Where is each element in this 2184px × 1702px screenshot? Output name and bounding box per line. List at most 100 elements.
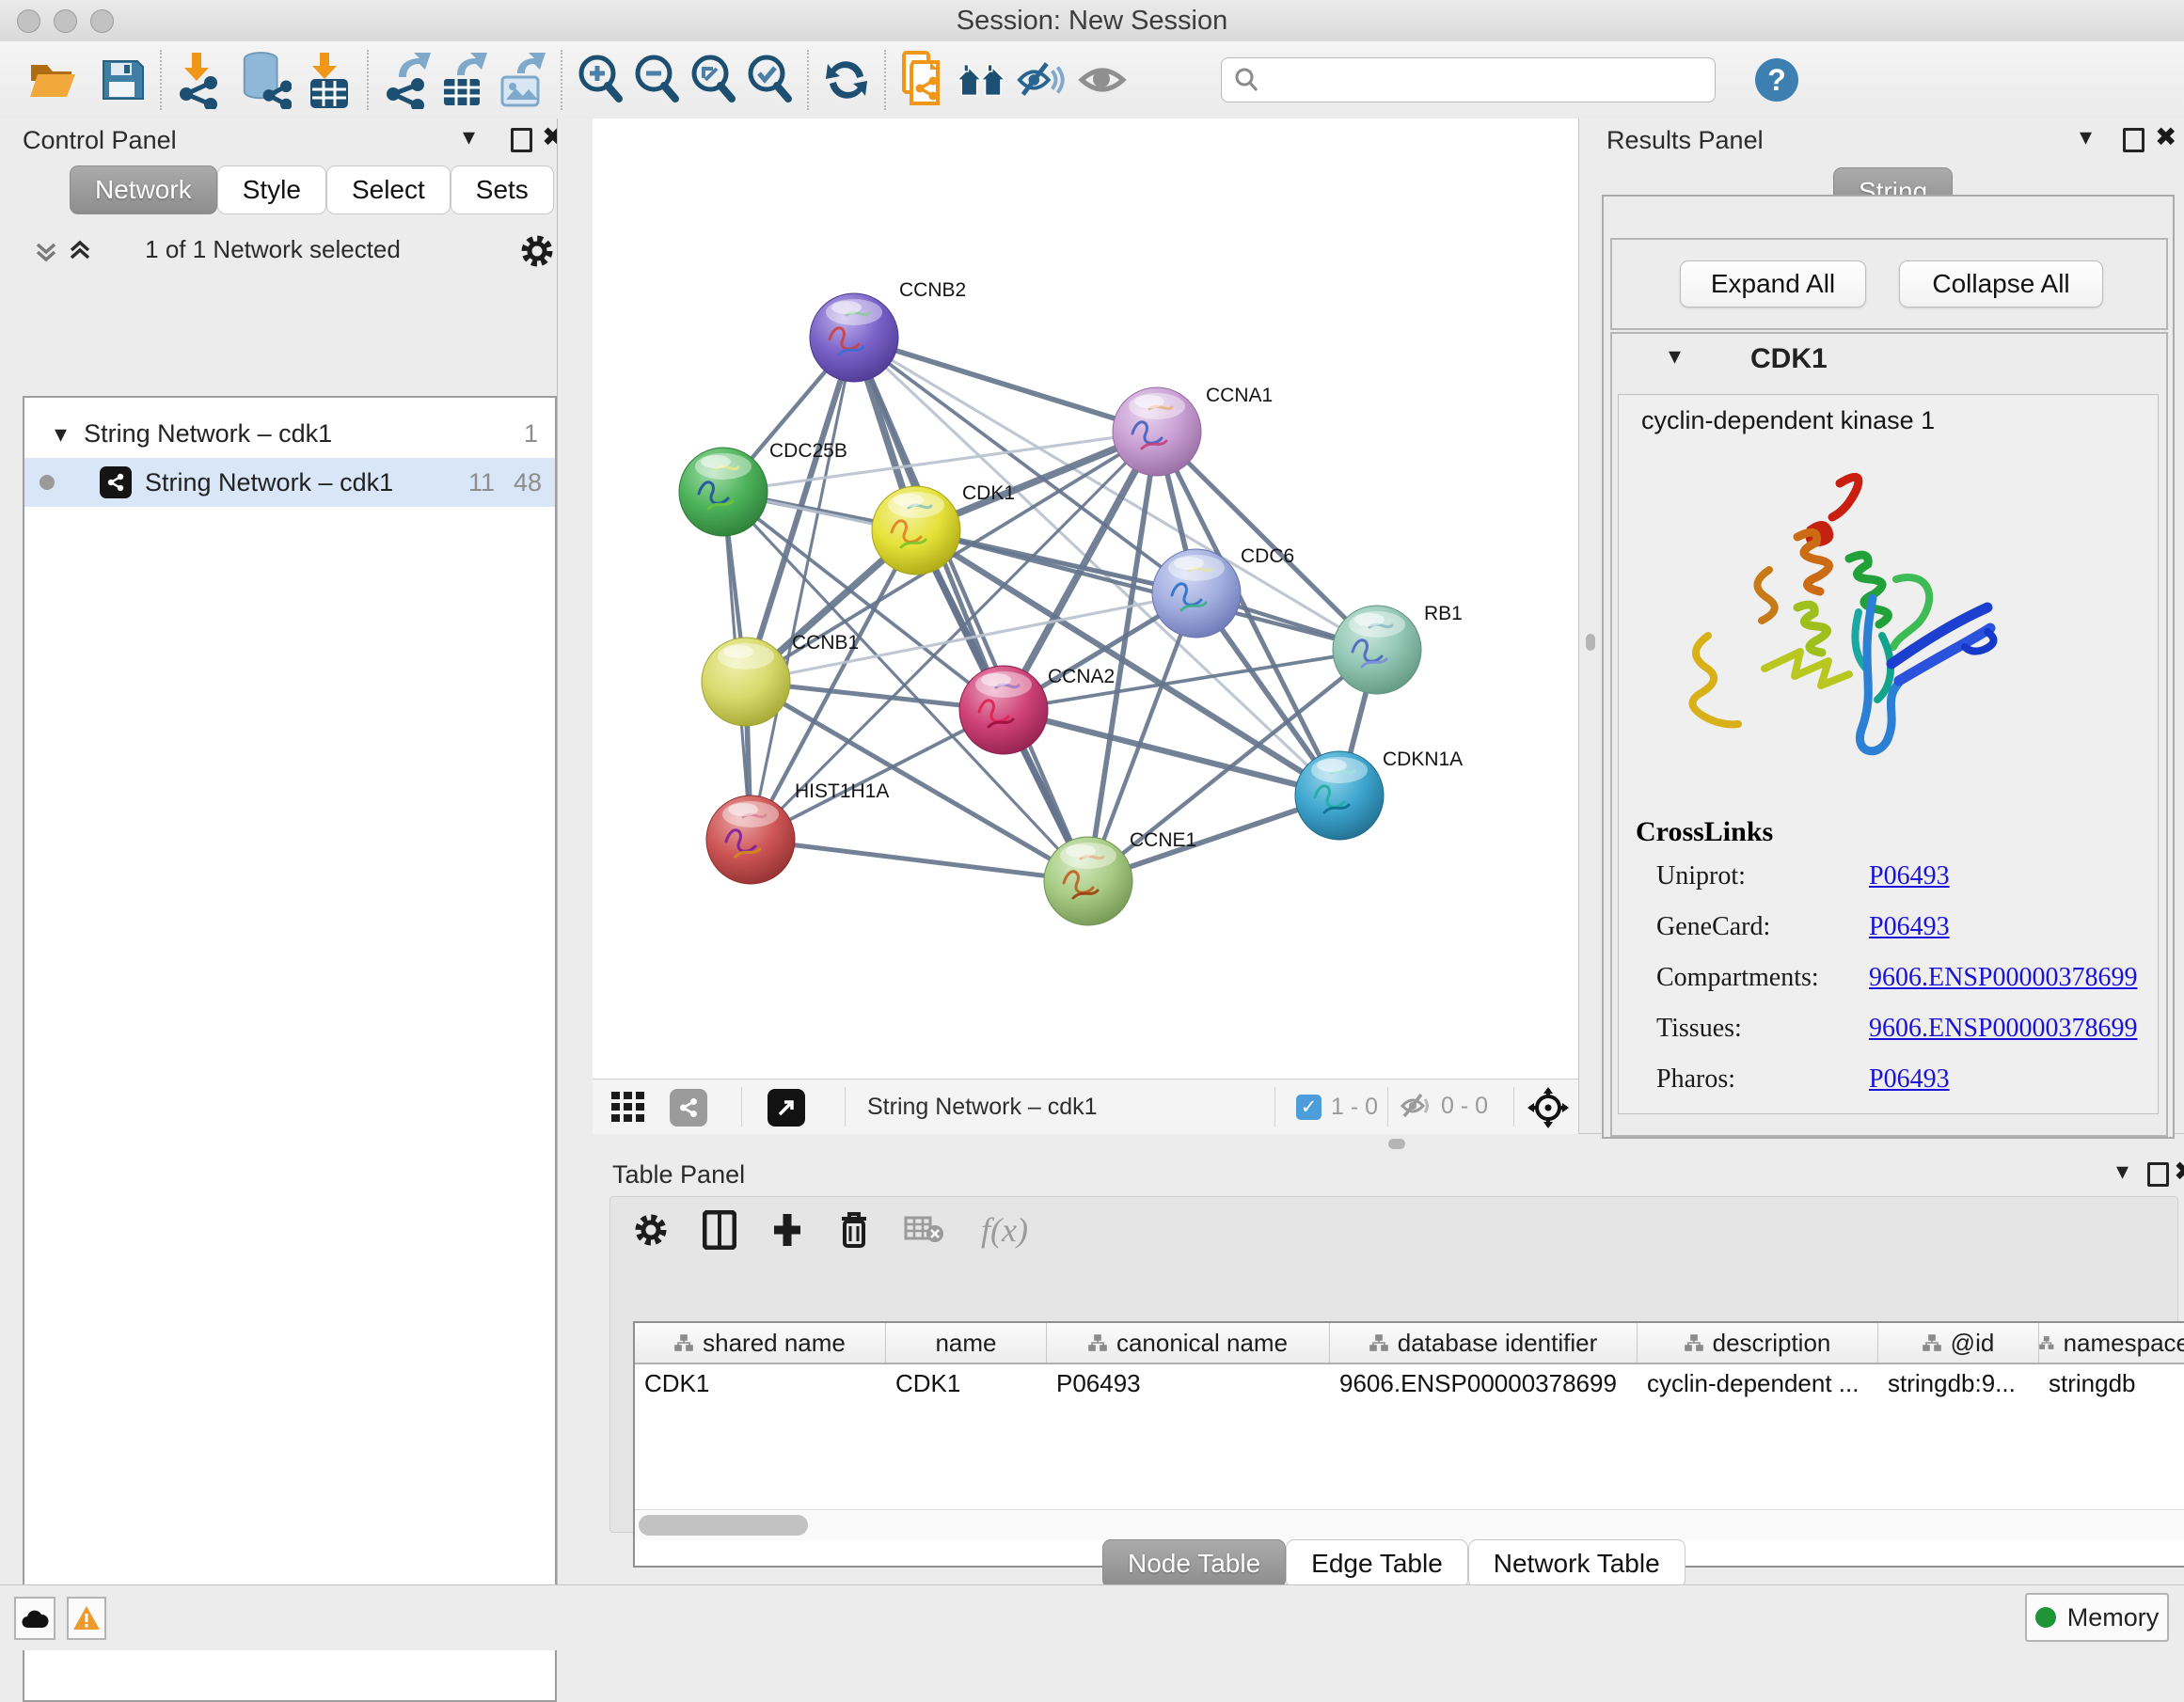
network-node-CDC25B[interactable] [679,448,768,536]
search-input[interactable] [1221,57,1716,102]
network-node-CDKN1A[interactable] [1295,751,1384,840]
save-session-icon[interactable] [96,52,149,108]
crosslink-value-link[interactable]: P06493 [1869,1064,1950,1095]
network-collection-row[interactable]: ▾ String Network – cdk1 1 [24,409,555,458]
tab-network[interactable]: Network [70,165,217,214]
network-canvas[interactable]: CCNB2CCNA1CDC25BCDK1CDC6RB1CCNB1CCNA2CDK… [593,118,1578,1079]
network-node-CCNA2[interactable] [959,666,1048,754]
help-icon[interactable]: ? [1755,58,1798,102]
hide-selection-icon[interactable] [1016,52,1068,108]
tab-edge-table[interactable]: Edge Table [1286,1539,1468,1588]
right-splitter-handle[interactable] [1586,634,1595,651]
network-share-view-icon[interactable] [670,1089,707,1127]
column-header-shared-name[interactable]: shared name [635,1323,886,1363]
collapse-all-networks-icon[interactable] [34,237,58,270]
search-text-field[interactable] [1261,65,1703,96]
import-network-file-icon[interactable] [173,52,226,108]
bottom-splitter-handle[interactable] [1388,1139,1405,1149]
tab-node-table[interactable]: Node Table [1102,1539,1286,1588]
table-cell[interactable]: CDK1 [886,1364,1047,1402]
selected-checkbox-icon[interactable]: ✓ [1296,1095,1321,1120]
control-panel-collapse-icon[interactable]: ▾ [463,122,475,151]
export-image-icon[interactable] [497,52,549,108]
network-node-CCNB1[interactable] [702,638,790,726]
network-node-CCNB2[interactable] [810,293,898,382]
birds-eye-view-icon[interactable] [1527,1087,1569,1133]
show-eye-icon[interactable] [1078,52,1131,108]
network-node-CDC6[interactable] [1152,549,1241,638]
export-table-icon[interactable] [438,52,491,108]
network-row[interactable]: String Network – cdk1 11 48 [24,458,555,507]
cloud-button[interactable] [14,1597,55,1640]
new-network-from-selection-icon[interactable] [897,52,950,108]
table-cell[interactable]: 9606.ENSP00000378699 [1330,1364,1638,1402]
network-edge[interactable] [751,338,854,840]
zoom-selected-icon[interactable] [743,52,796,108]
tab-network-table[interactable]: Network Table [1468,1539,1685,1588]
add-column-icon[interactable] [770,1210,804,1250]
column-header--id[interactable]: @id [1878,1323,2039,1363]
table-cell[interactable]: CDK1 [635,1364,886,1402]
warnings-button[interactable] [67,1597,106,1640]
window-minimize-button[interactable] [54,9,77,33]
column-header-description[interactable]: description [1638,1323,1878,1363]
column-header-canonical-name[interactable]: canonical name [1047,1323,1330,1363]
collection-caret-icon[interactable]: ▾ [55,419,67,449]
column-header-name[interactable]: name [886,1323,1047,1363]
string-home-icon[interactable] [956,52,1008,108]
show-columns-icon[interactable] [703,1210,736,1250]
network-edge[interactable] [854,338,1157,432]
table-scrollbar-thumb[interactable] [639,1515,808,1536]
tab-style[interactable]: Style [217,165,326,214]
table-panel-float-icon[interactable] [2147,1162,2169,1187]
open-session-icon[interactable] [26,52,79,108]
table-row[interactable]: CDK1CDK1P064939606.ENSP00000378699cyclin… [635,1364,2184,1402]
network-graph[interactable]: CCNB2CCNA1CDC25BCDK1CDC6RB1CCNB1CCNA2CDK… [593,118,1578,1079]
crosslink-value-link[interactable]: P06493 [1869,861,1950,891]
hidden-eye-icon[interactable] [1400,1091,1433,1121]
control-panel-float-icon[interactable] [511,128,532,152]
table-horizontal-scrollbar[interactable] [635,1509,2184,1540]
open-in-new-window-icon[interactable] [768,1089,805,1127]
network-node-CDK1[interactable] [872,486,960,575]
table-panel-collapse-icon[interactable]: ▾ [2116,1157,2129,1186]
network-node-RB1[interactable] [1333,606,1421,694]
import-network-database-icon[interactable] [239,52,292,108]
export-network-icon[interactable] [380,52,433,108]
zoom-in-icon[interactable] [574,52,626,108]
delete-column-icon[interactable] [838,1210,870,1250]
table-cell[interactable]: P06493 [1047,1364,1330,1402]
expand-all-button[interactable]: Expand All [1680,260,1866,307]
tab-sets[interactable]: Sets [451,165,554,214]
crosslink-value-link[interactable]: 9606.ENSP00000378699 [1869,1014,2137,1044]
results-panel-float-icon[interactable] [2123,128,2144,152]
table-panel-close-icon[interactable]: ✖ [2174,1156,2184,1187]
memory-button[interactable]: Memory [2025,1593,2169,1642]
table-cell[interactable]: stringdb:9... [1878,1364,2039,1402]
window-close-button[interactable] [17,9,40,33]
network-node-HIST1H1A[interactable] [706,796,795,884]
grid-view-icon[interactable] [611,1092,653,1128]
collapse-all-button[interactable]: Collapse All [1899,260,2103,307]
network-node-CCNA1[interactable] [1113,387,1201,476]
column-header-namespace[interactable]: namespace [2039,1323,2184,1363]
import-table-file-icon[interactable] [303,52,356,108]
protein-section-caret-icon[interactable]: ▾ [1669,341,1681,370]
network-edge[interactable] [751,840,1088,881]
refresh-view-icon[interactable] [820,52,873,108]
crosslink-value-link[interactable]: 9606.ENSP00000378699 [1869,963,2137,993]
network-options-gear-icon[interactable] [519,233,555,274]
table-gear-icon[interactable] [633,1212,669,1248]
crosslink-value-link[interactable]: P06493 [1869,912,1950,942]
table-cell[interactable]: stringdb [2039,1364,2184,1402]
results-panel-collapse-icon[interactable]: ▾ [2080,122,2092,151]
zoom-fit-icon[interactable] [687,52,739,108]
network-node-CCNE1[interactable] [1044,837,1132,925]
column-header-database-identifier[interactable]: database identifier [1330,1323,1638,1363]
network-edge[interactable] [916,530,1377,650]
window-zoom-button[interactable] [90,9,114,33]
tab-select[interactable]: Select [326,165,451,214]
zoom-out-icon[interactable] [630,52,683,108]
right-splitter[interactable] [1578,118,1603,1133]
expand-all-networks-icon[interactable] [68,237,92,270]
